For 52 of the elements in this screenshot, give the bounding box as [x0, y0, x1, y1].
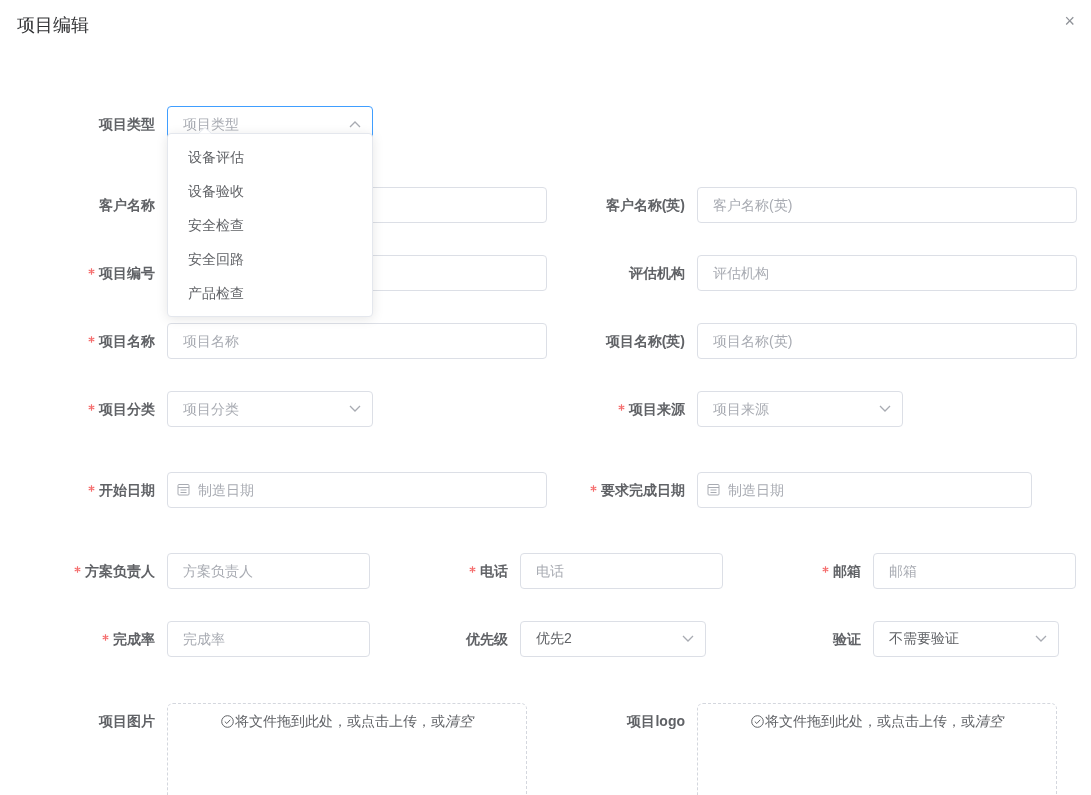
clear-link[interactable]: 清空 — [975, 713, 1003, 729]
chevron-down-icon — [349, 405, 361, 413]
field-label: 项目名称 — [99, 332, 155, 351]
calendar-icon — [707, 483, 720, 496]
text-field[interactable]: 项目名称(英) — [697, 323, 1077, 359]
upload-hint: 将文件拖到此处，或点击上传，或清空 — [765, 712, 1003, 731]
upload-area[interactable]: 将文件拖到此处，或点击上传，或清空 — [697, 703, 1057, 795]
field-label: 项目来源 — [629, 400, 685, 419]
date-field[interactable]: 制造日期 — [167, 472, 547, 508]
field-label: 客户名称(英) — [605, 196, 685, 215]
chevron-down-icon — [682, 635, 694, 643]
chevron-down-icon — [1035, 635, 1047, 643]
text-field[interactable]: 电话 — [520, 553, 723, 589]
check-circle-icon — [221, 715, 234, 728]
dialog-title: 项目编辑 — [17, 14, 89, 37]
text-field[interactable]: 方案负责人 — [167, 553, 370, 589]
field-label: 项目分类 — [99, 400, 155, 419]
field-label: 电话 — [480, 562, 508, 581]
field-label: 完成率 — [113, 630, 155, 649]
text-field[interactable]: 评估机构 — [697, 255, 1077, 291]
field-label: 项目logo — [627, 712, 685, 731]
field-label: 要求完成日期 — [601, 481, 685, 500]
text-field[interactable]: 邮箱 — [873, 553, 1076, 589]
field-label: 邮箱 — [833, 562, 861, 581]
dropdown-option[interactable]: 产品检查 — [168, 276, 372, 310]
field-label: 优先级 — [466, 630, 508, 649]
field-label: 开始日期 — [99, 481, 155, 500]
text-field[interactable]: 客户名称(英) — [697, 187, 1077, 223]
text-field[interactable]: 完成率 — [167, 621, 370, 657]
field-label: 方案负责人 — [85, 562, 155, 581]
chevron-down-icon — [879, 405, 891, 413]
field-label: 客户名称 — [99, 196, 155, 215]
field-label: 项目编号 — [99, 264, 155, 283]
field-label: 项目图片 — [99, 712, 155, 731]
chevron-up-icon — [349, 120, 361, 128]
field-label: 评估机构 — [629, 264, 685, 283]
dropdown-option[interactable]: 安全回路 — [168, 242, 372, 276]
select-field[interactable]: 不需要验证 — [873, 621, 1059, 657]
upload-area[interactable]: 将文件拖到此处，或点击上传，或清空 — [167, 703, 527, 795]
select-field[interactable]: 优先2 — [520, 621, 706, 657]
dropdown-option[interactable]: 设备验收 — [168, 174, 372, 208]
text-field[interactable]: 项目名称 — [167, 323, 547, 359]
clear-link[interactable]: 清空 — [445, 713, 473, 729]
field-label: 项目类型 — [99, 115, 155, 134]
upload-hint: 将文件拖到此处，或点击上传，或清空 — [235, 712, 473, 731]
field-label: 验证 — [833, 630, 861, 649]
dropdown-option[interactable]: 设备评估 — [168, 140, 372, 174]
date-field[interactable]: 制造日期 — [697, 472, 1032, 508]
field-label: 项目名称(英) — [605, 332, 685, 351]
check-circle-icon — [751, 715, 764, 728]
dropdown-option[interactable]: 安全检查 — [168, 208, 372, 242]
calendar-icon — [177, 483, 190, 496]
